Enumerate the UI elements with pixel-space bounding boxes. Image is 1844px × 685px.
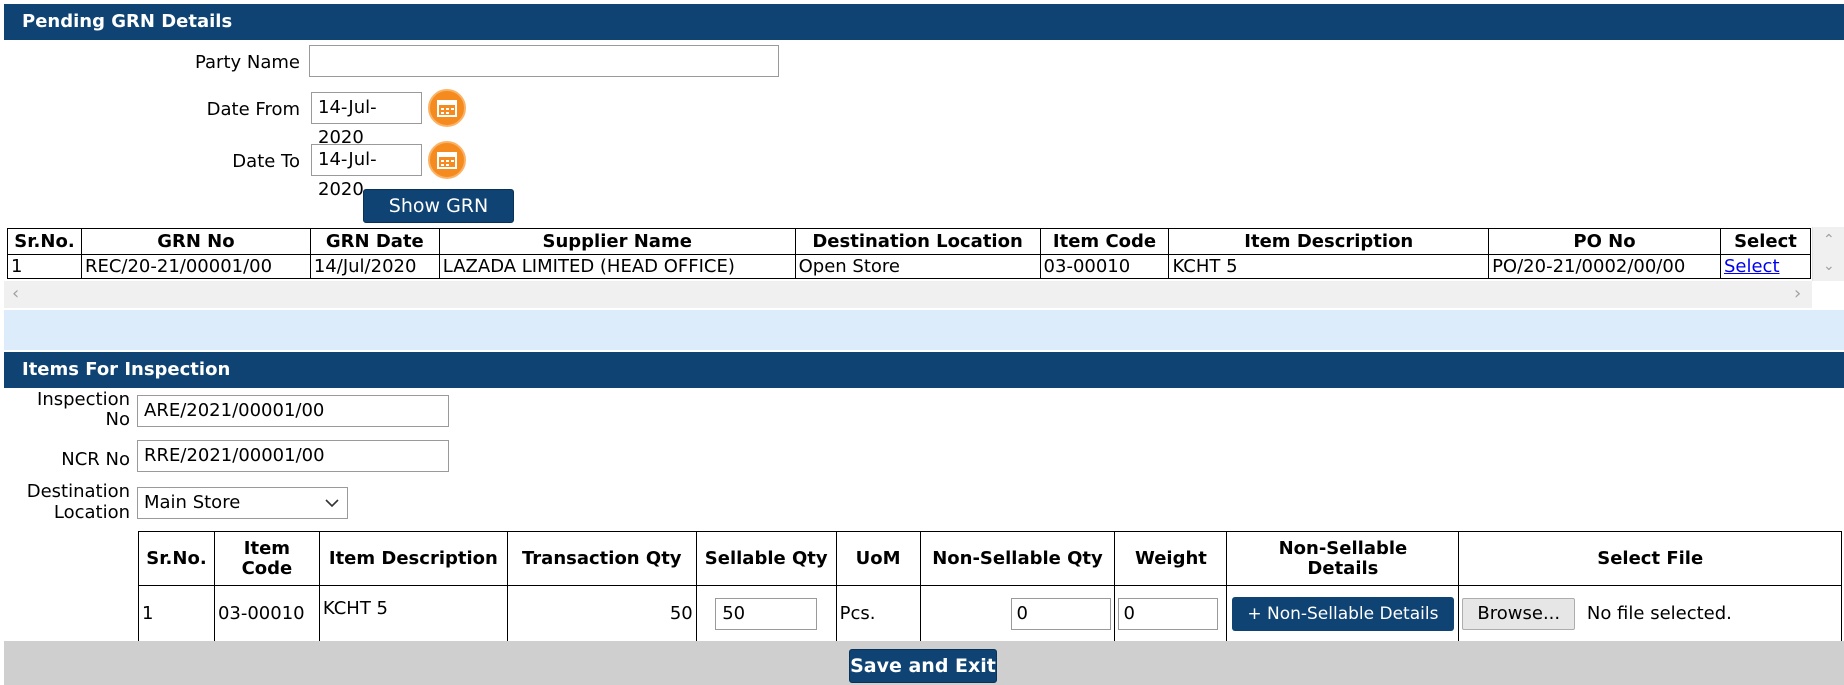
col-header: GRN No [80,228,311,255]
party-name-input[interactable] [309,45,779,77]
cell-select-file: Browse... No file selected. [1458,585,1842,642]
col-header: GRN Date [309,228,440,255]
col-header: Weight [1114,531,1228,586]
scroll-down-arrow-icon[interactable]: ⌄ [1823,259,1835,273]
cell-item-code: 03-00010 [1039,254,1170,279]
col-header: Item Description [1168,228,1490,255]
cell-sr: 1 [138,585,215,642]
cell-item-code: 03-00010 [213,585,320,642]
date-to-label: Date To [232,151,300,172]
grn-table: Sr.No. GRN No GRN Date Supplier Name Des… [7,228,1812,279]
ncr-no-label: NCR No [61,449,130,470]
cell-item-desc: KCHT 5 [1168,254,1490,279]
destination-location-label: Destination Location [26,481,130,523]
non-sellable-qty-input[interactable]: 0 [1011,597,1112,630]
col-header: Sr.No. [7,228,82,255]
col-header: Item Code [1039,228,1170,255]
table-header-row: Sr.No. GRN No GRN Date Supplier Name Des… [7,228,1812,255]
cell-item-desc: KCHT 5 [318,585,508,642]
table-header-row: Sr.No. Item Code Item Description Transac… [138,531,1842,586]
cell-supplier: LAZADA LIMITED (HEAD OFFICE) [438,254,796,279]
cell-grn-date: 14/Jul/2020 [309,254,440,279]
col-header: Supplier Name [438,228,796,255]
col-header: Non-Sellable Details [1226,531,1460,586]
horizontal-scrollbar[interactable]: ‹ › [4,281,1812,308]
scroll-left-arrow-icon[interactable]: ‹ [12,285,19,303]
calendar-icon[interactable] [428,89,466,127]
inspection-no-input[interactable]: ARE/2021/00001/00 [137,395,449,427]
chevron-down-icon [325,499,339,508]
cell-sellable-qty: 50 [695,585,837,642]
col-header: Non-Sellable Qty [919,531,1116,586]
date-from-label: Date From [206,99,300,120]
inspection-no-label: Inspection No [37,389,130,430]
cell-non-sellable-qty: 0 [919,585,1116,642]
vertical-scrollbar[interactable]: ⌃ ⌄ [1812,227,1844,281]
browse-button[interactable]: Browse... [1462,597,1576,630]
select-link[interactable]: Select [1724,256,1780,277]
ncr-no-input[interactable]: RRE/2021/00001/00 [137,440,449,472]
cell-grn-no: REC/20-21/00001/00 [80,254,311,279]
file-status-text: No file selected. [1586,602,1732,624]
cell-destination: Open Store [794,254,1041,279]
cell-trans-qty: 50 [506,585,697,642]
col-header: Destination Location [794,228,1041,255]
col-header: Select [1719,228,1812,255]
col-header: PO No [1488,228,1721,255]
cell-weight: 0 [1114,585,1228,642]
col-header: Transaction Qty [506,531,697,586]
cell-uom: Pcs. [835,585,921,642]
show-grn-button[interactable]: Show GRN [363,189,514,223]
date-to-input[interactable]: 14-Jul-2020 [311,144,422,200]
destination-location-select[interactable]: Main Store [137,487,348,519]
calendar-icon[interactable] [428,141,466,179]
pending-grn-header: Pending GRN Details [4,4,1844,40]
cell-po-no: PO/20-21/0002/00/00 [1488,254,1721,279]
save-and-exit-button[interactable]: Save and Exit [849,649,997,683]
table-row: 1 REC/20-21/00001/00 14/Jul/2020 LAZADA … [7,254,1812,279]
add-non-sellable-details-button[interactable]: + Non-Sellable Details [1231,596,1454,631]
scroll-up-arrow-icon[interactable]: ⌃ [1823,233,1835,247]
sellable-qty-input[interactable]: 50 [715,597,818,630]
col-header: Item Code [213,531,320,586]
col-header: UoM [835,531,921,586]
col-header: Item Description [318,531,508,586]
date-from-input[interactable]: 14-Jul-2020 [311,92,422,148]
inspection-header: Items For Inspection [4,352,1844,388]
cell-ns-details: + Non-Sellable Details [1226,585,1460,642]
col-header: Sr.No. [138,531,215,586]
col-header: Select File [1458,531,1842,586]
cell-select: Select [1719,254,1812,279]
weight-input[interactable]: 0 [1118,597,1219,630]
cell-sr: 1 [7,254,82,279]
inspection-table: Sr.No. Item Code Item Description Transac… [138,531,1842,642]
party-name-label: Party Name [194,52,300,73]
table-row: 1 03-00010 KCHT 5 50 50 Pcs. 0 0 + Non-S… [138,585,1842,642]
scroll-right-arrow-icon[interactable]: › [1794,285,1801,303]
col-header: Sellable Qty [695,531,837,586]
info-band [4,310,1844,350]
